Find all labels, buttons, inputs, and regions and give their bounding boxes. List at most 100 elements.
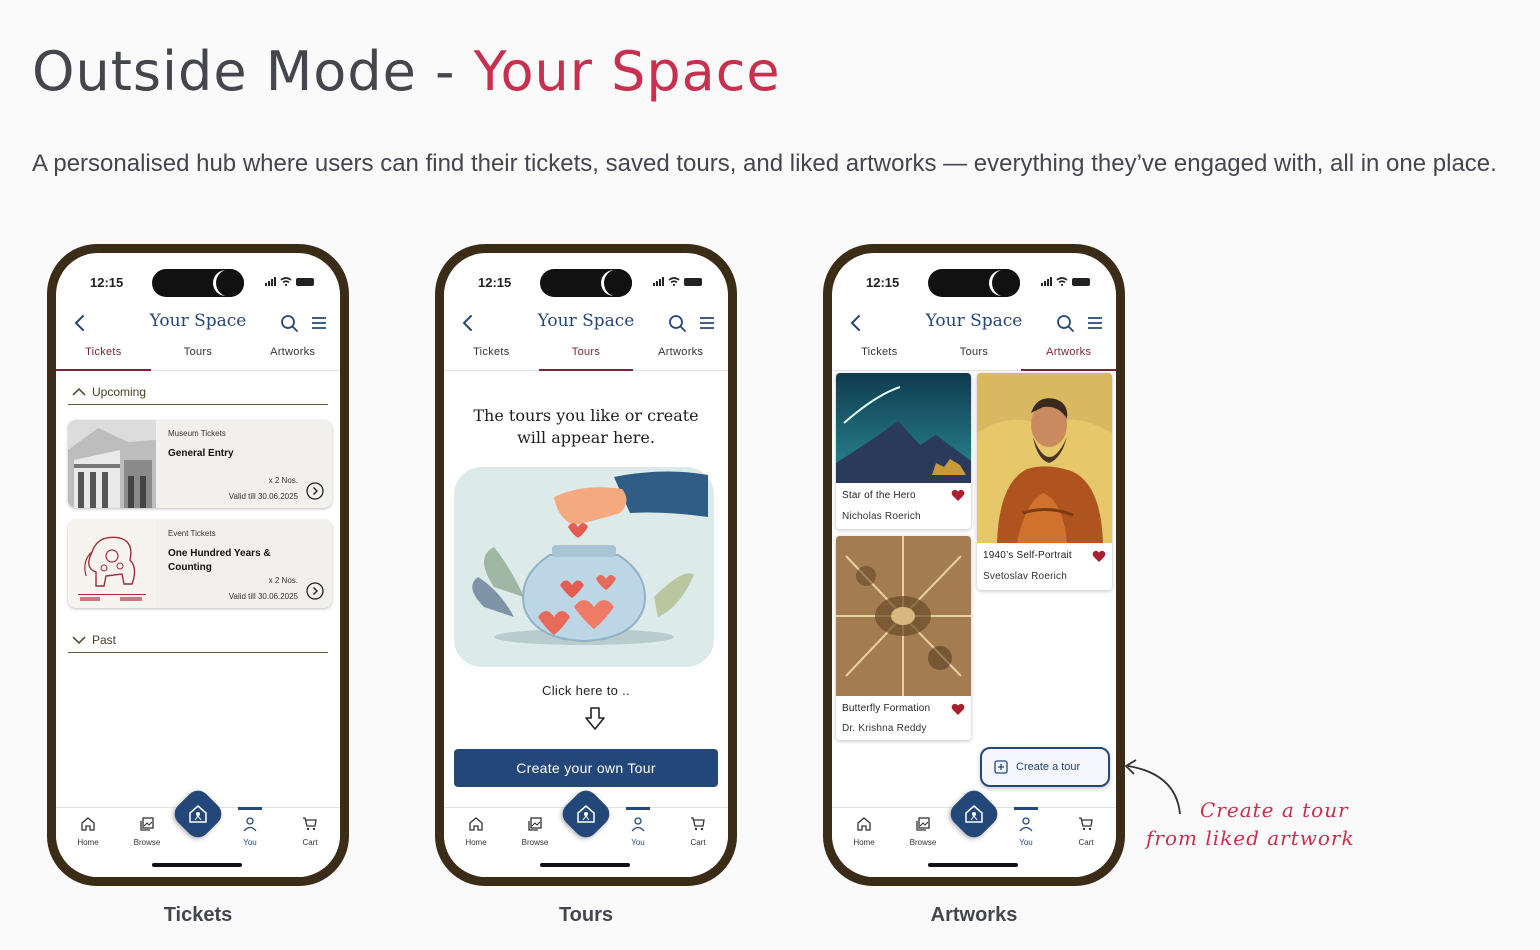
- nav-home[interactable]: Home: [60, 816, 116, 847]
- battery-icon: [1072, 277, 1090, 286]
- wifi-icon: [1056, 277, 1068, 286]
- home-icon: [469, 817, 483, 831]
- nav-you-label: You: [1019, 838, 1033, 847]
- center-action-button[interactable]: [169, 785, 227, 843]
- arrow-circle-right-icon[interactable]: [306, 482, 324, 500]
- nav-cart-label: Cart: [690, 838, 706, 847]
- artwork-title: 1940’s Self-Portrait: [983, 550, 1072, 561]
- artwork-card[interactable]: Star of the Hero Nicholas Roerich: [836, 373, 971, 529]
- app-bar: Your Space: [444, 303, 728, 343]
- tab-tickets[interactable]: Tickets: [832, 343, 927, 370]
- tab-tours[interactable]: Tours: [927, 343, 1022, 370]
- search-icon[interactable]: [278, 312, 300, 334]
- menu-icon[interactable]: [308, 312, 330, 334]
- chevron-down-icon: [72, 635, 86, 644]
- museum-home-icon: [577, 805, 595, 823]
- phone-tours: 12:15 Your Space Tickets Tours Artworks …: [435, 244, 737, 886]
- nav-you[interactable]: You: [998, 807, 1054, 847]
- nav-you[interactable]: You: [222, 807, 278, 847]
- annotation-line-1: Create a tour: [1200, 798, 1349, 822]
- nav-home[interactable]: Home: [448, 816, 504, 847]
- cart-icon: [1079, 817, 1093, 831]
- museum-home-icon: [189, 805, 207, 823]
- home-indicator: [928, 863, 1018, 867]
- create-tour-fab[interactable]: Create a tour: [980, 747, 1110, 787]
- nav-home[interactable]: Home: [836, 816, 892, 847]
- ticket-type: Museum Tickets: [168, 429, 226, 438]
- battery-icon: [296, 277, 314, 286]
- cart-icon: [691, 817, 705, 831]
- app-bar: Your Space: [56, 303, 340, 343]
- home-indicator: [540, 863, 630, 867]
- nav-browse-label: Browse: [133, 838, 161, 847]
- nav-cart[interactable]: Cart: [670, 816, 726, 847]
- nav-you[interactable]: You: [610, 807, 666, 847]
- bottom-nav: Home Browse You Cart: [444, 785, 728, 877]
- tab-artworks[interactable]: Artworks: [633, 343, 728, 370]
- heart-jar-illustration: [454, 467, 714, 667]
- user-icon: [243, 817, 257, 832]
- nav-browse[interactable]: Browse: [119, 816, 175, 847]
- caption-tickets: Tickets: [163, 904, 233, 926]
- tab-artworks[interactable]: Artworks: [1021, 343, 1116, 371]
- create-tour-label: Create a tour: [1016, 761, 1081, 773]
- artwork-title: Star of the Hero: [842, 490, 916, 501]
- menu-icon[interactable]: [696, 312, 718, 334]
- status-time: 12:15: [866, 275, 900, 290]
- event-elephant-illustration: [68, 520, 156, 608]
- tab-tickets[interactable]: Tickets: [56, 343, 151, 371]
- phone-artworks: 12:15 Your Space Tickets Tours Artworks: [823, 244, 1125, 886]
- signal-icon: [653, 277, 664, 286]
- nav-browse-label: Browse: [521, 838, 549, 847]
- nav-cart[interactable]: Cart: [282, 816, 338, 847]
- menu-icon[interactable]: [1084, 312, 1106, 334]
- status-time: 12:15: [478, 275, 512, 290]
- dynamic-island: [928, 269, 1020, 297]
- home-icon: [857, 817, 871, 831]
- ticket-card[interactable]: Event Tickets One Hundred Years & Counti…: [68, 520, 332, 608]
- nav-cart[interactable]: Cart: [1058, 816, 1114, 847]
- heading-accent: Your Space: [473, 40, 781, 103]
- phone-screen: 12:15 Your Space Tickets Tours Artworks …: [56, 253, 340, 877]
- tab-artworks[interactable]: Artworks: [245, 343, 340, 370]
- search-icon[interactable]: [666, 312, 688, 334]
- past-section-toggle[interactable]: Past: [68, 627, 328, 653]
- nav-browse[interactable]: Browse: [895, 816, 951, 847]
- tab-tickets[interactable]: Tickets: [444, 343, 539, 370]
- home-indicator: [152, 863, 242, 867]
- click-here-text: Click here to ..: [542, 683, 630, 698]
- heart-filled-icon[interactable]: [951, 703, 965, 716]
- ticket-name: One Hundred Years & Counting: [168, 548, 271, 573]
- caption-tours: Tours: [558, 904, 614, 926]
- artwork-card[interactable]: 1940’s Self-Portrait Svetoslav Roerich: [977, 373, 1112, 590]
- user-icon: [1019, 817, 1033, 832]
- upcoming-section-toggle[interactable]: Upcoming: [68, 379, 328, 405]
- ticket-quantity: x 2 Nos.: [268, 576, 298, 585]
- annotation-line-2: from liked artwork: [1146, 826, 1355, 850]
- tab-tours[interactable]: Tours: [151, 343, 246, 370]
- heart-filled-icon[interactable]: [1092, 550, 1106, 563]
- tab-tours[interactable]: Tours: [538, 343, 634, 371]
- create-tour-button[interactable]: Create your own Tour: [454, 749, 718, 787]
- user-icon: [631, 817, 645, 832]
- search-icon[interactable]: [1054, 312, 1076, 334]
- gallery-icon: [528, 817, 542, 831]
- status-bar: 12:15: [56, 253, 340, 303]
- page-description: A personalised hub where users can find …: [32, 150, 1497, 177]
- artwork-artist: Svetoslav Roerich: [983, 571, 1067, 582]
- artwork-card[interactable]: Butterfly Formation Dr. Krishna Reddy: [836, 536, 971, 740]
- past-label: Past: [92, 632, 117, 647]
- upcoming-label: Upcoming: [92, 384, 147, 399]
- heart-filled-icon[interactable]: [951, 489, 965, 502]
- center-action-button[interactable]: [945, 785, 1003, 843]
- status-icons: [653, 277, 702, 286]
- status-icons: [265, 277, 314, 286]
- nav-cart-label: Cart: [1078, 838, 1094, 847]
- status-bar: 12:15: [832, 253, 1116, 303]
- ticket-card[interactable]: Museum Tickets General Entry x 2 Nos. Va…: [68, 420, 332, 508]
- arrow-circle-right-icon[interactable]: [306, 582, 324, 600]
- center-action-button[interactable]: [557, 785, 615, 843]
- nav-browse[interactable]: Browse: [507, 816, 563, 847]
- page-heading: Outside Mode - Your Space: [32, 40, 781, 103]
- phone-tickets: 12:15 Your Space Tickets Tours Artworks …: [47, 244, 349, 886]
